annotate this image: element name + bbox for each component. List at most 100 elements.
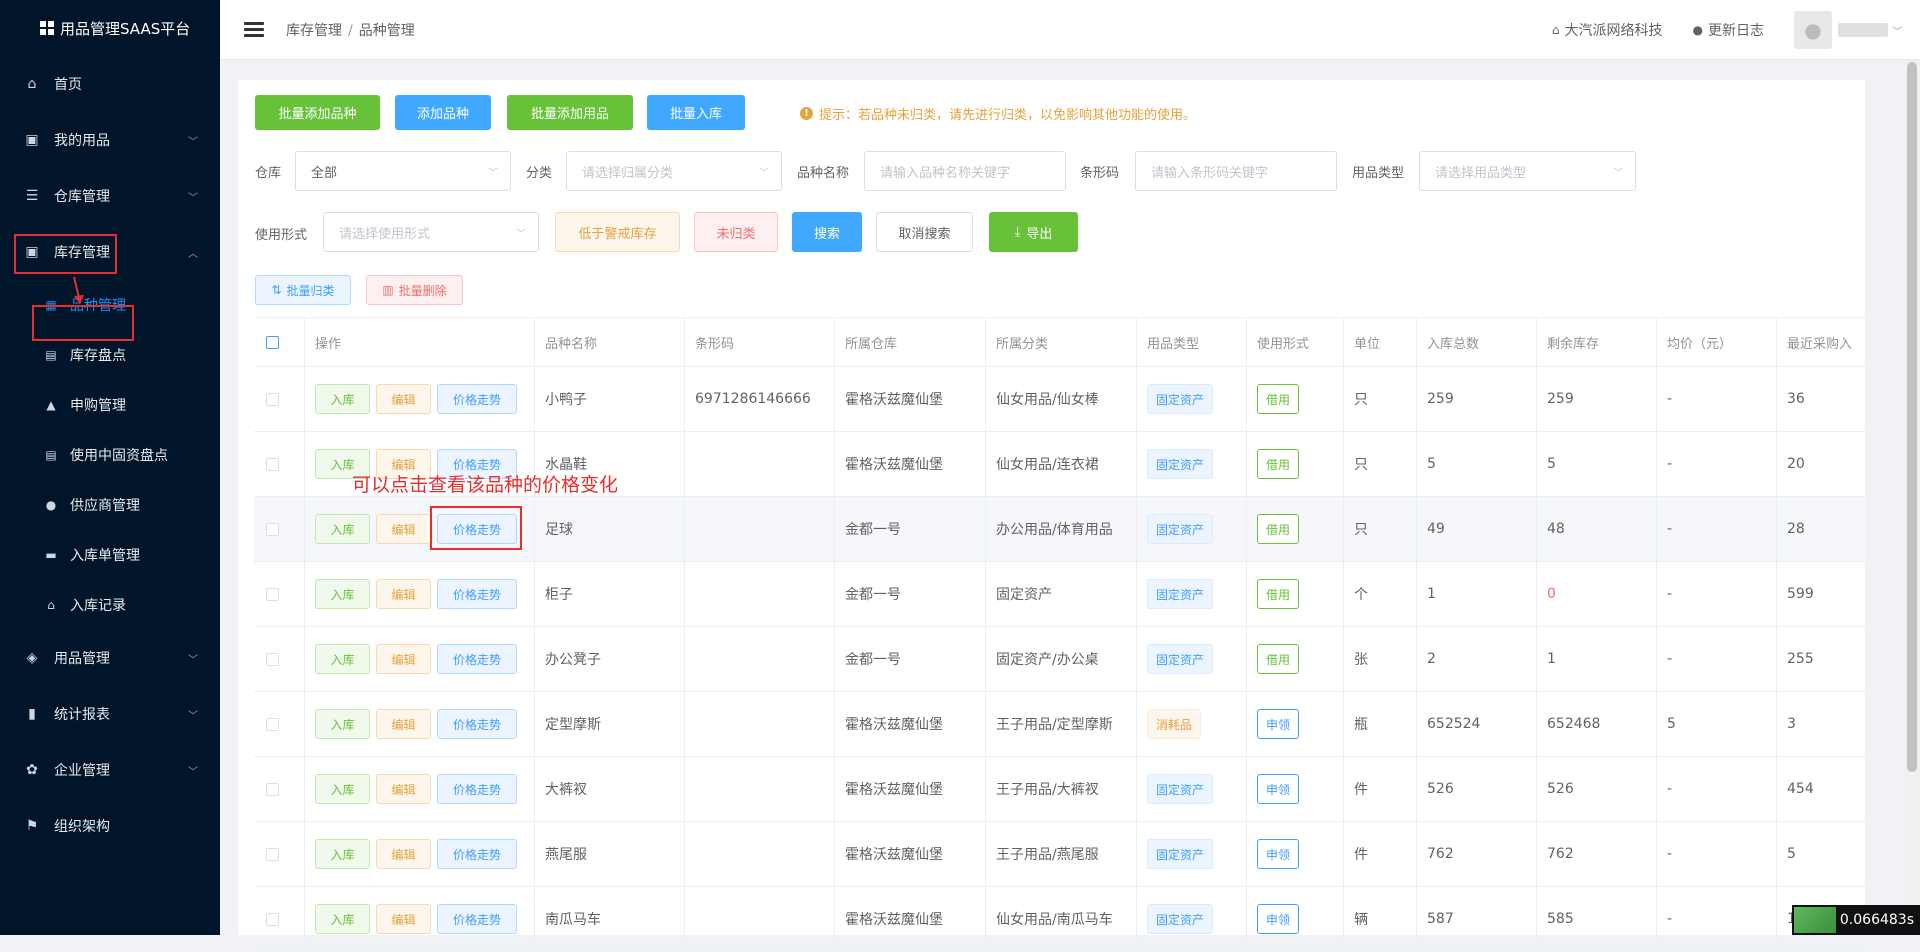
price-trend-button[interactable]: 价格走势 [437, 384, 517, 414]
sidebar-subitem-purchase[interactable]: ▲ 申购管理 [0, 380, 220, 430]
edit-button[interactable]: 编辑 [376, 839, 431, 869]
cell-warehouse: 霍格沃兹魔仙堡 [835, 432, 986, 496]
goods-type-select[interactable]: 请选择用品类型 ﹀ [1419, 151, 1636, 191]
sidebar-subitem-asset-check[interactable]: ▤ 使用中固资盘点 [0, 430, 220, 480]
price-trend-button[interactable]: 价格走势 [437, 644, 517, 674]
cell-warehouse: 霍格沃兹魔仙堡 [835, 887, 986, 951]
cell-unit: 辆 [1344, 887, 1417, 951]
row-checkbox[interactable] [266, 652, 279, 666]
edit-button[interactable]: 编辑 [376, 384, 431, 414]
sidebar-item-home[interactable]: ⌂ 首页 [0, 56, 220, 112]
avatar[interactable]: ● [1794, 11, 1832, 49]
edit-button[interactable]: 编辑 [376, 514, 431, 544]
logo-grid-icon [40, 21, 54, 35]
menu-toggle-icon[interactable] [244, 19, 264, 40]
row-checkbox[interactable] [266, 782, 279, 796]
cell-warehouse: 霍格沃兹魔仙堡 [835, 692, 986, 756]
user-name-blurred[interactable] [1838, 23, 1888, 37]
price-trend-button[interactable]: 价格走势 [437, 709, 517, 739]
stock-in-button[interactable]: 入库 [315, 384, 370, 414]
price-trend-button[interactable]: 价格走势 [437, 904, 517, 934]
highlight-arrow-icon [73, 276, 84, 304]
sidebar-subitem-inbound-record[interactable]: ⌂ 入库记录 [0, 580, 220, 630]
sidebar-subitem-inbound-order[interactable]: ▬ 入库单管理 [0, 530, 220, 580]
stock-in-button[interactable]: 入库 [315, 774, 370, 804]
add-variety-button[interactable]: 添加品种 [395, 95, 491, 130]
chevron-up-icon: ︿ [188, 248, 198, 260]
batch-delete-button[interactable]: ▥ 批量删除 [366, 275, 463, 305]
batch-add-variety-button[interactable]: 批量添加品种 [255, 95, 380, 130]
usage-select[interactable]: 请选择使用形式 ﹀ [323, 212, 539, 252]
stock-in-button[interactable]: 入库 [315, 644, 370, 674]
row-checkbox[interactable] [266, 392, 279, 406]
scrollbar[interactable] [1907, 62, 1917, 772]
row-checkbox[interactable] [266, 717, 279, 731]
search-button[interactable]: 搜索 [792, 212, 862, 252]
stock-in-button[interactable]: 入库 [315, 904, 370, 934]
edit-button[interactable]: 编辑 [376, 579, 431, 609]
table-header: 操作 品种名称 条形码 所属仓库 所属分类 用品类型 使用形式 单位 入库总数 … [254, 317, 1866, 367]
cell-total: 49 [1417, 497, 1537, 561]
batch-add-goods-button[interactable]: 批量添加用品 [507, 95, 633, 130]
cell-avg: - [1657, 367, 1777, 431]
sidebar-item-org[interactable]: ⚑ 组织架构 [0, 798, 220, 854]
row-checkbox[interactable] [266, 522, 279, 536]
row-checkbox[interactable] [266, 912, 279, 926]
below-warning-button[interactable]: 低于警戒库存 [555, 212, 680, 252]
row-checkbox[interactable] [266, 587, 279, 601]
cell-remain: 762 [1537, 822, 1657, 886]
select-all-checkbox[interactable] [266, 335, 279, 349]
sidebar-item-warehouse[interactable]: ☰ 仓库管理 ﹀ [0, 168, 220, 224]
price-trend-button[interactable]: 价格走势 [437, 774, 517, 804]
stock-in-button[interactable]: 入库 [315, 839, 370, 869]
sidebar-item-enterprise[interactable]: ✿ 企业管理 ﹀ [0, 742, 220, 798]
highlight-variety-box [32, 305, 134, 341]
row-checkbox[interactable] [266, 847, 279, 861]
brand: 用品管理SAAS平台 [0, 0, 220, 56]
edit-button[interactable]: 编辑 [376, 644, 431, 674]
export-button[interactable]: ⤓ 导出 [989, 212, 1078, 252]
warehouse-select[interactable]: 全部 ﹀ [295, 151, 511, 191]
stock-in-button[interactable]: 入库 [315, 514, 370, 544]
cell-unit: 只 [1344, 432, 1417, 496]
batch-classify-button[interactable]: ⇅ 批量归类 [255, 275, 351, 305]
stock-in-button[interactable]: 入库 [315, 709, 370, 739]
app-title: 用品管理SAAS平台 [60, 19, 191, 38]
cell-avg: - [1657, 822, 1777, 886]
edit-button[interactable]: 编辑 [376, 904, 431, 934]
trash-icon: ▥ [382, 283, 394, 297]
unclassified-button[interactable]: 未归类 [694, 212, 778, 252]
breadcrumb-item-inventory[interactable]: 库存管理 [286, 23, 342, 39]
chevron-down-icon[interactable]: ﹀ [1892, 23, 1902, 38]
type-tag: 固定资产 [1147, 904, 1214, 934]
category-label: 分类 [526, 166, 553, 181]
cancel-search-button[interactable]: 取消搜索 [876, 212, 973, 252]
price-trend-button[interactable]: 价格走势 [437, 579, 517, 609]
usage-tag: 借用 [1257, 644, 1300, 674]
name-input[interactable]: 请输入品种名称关键字 [864, 151, 1066, 191]
sidebar-subitem-supplier[interactable]: ● 供应商管理 [0, 480, 220, 530]
changelog-link[interactable]: ● 更新日志 [1693, 20, 1764, 40]
batch-stock-in-button[interactable]: 批量入库 [647, 95, 745, 130]
sidebar-item-reports[interactable]: ▮ 统计报表 ﹀ [0, 686, 220, 742]
cell-remain: 48 [1537, 497, 1657, 561]
category-select[interactable]: 请选择归属分类 ﹀ [566, 151, 782, 191]
annotation-text: 可以点击查看该品种的价格变化 [352, 474, 619, 496]
bag-icon: ▣ [25, 132, 39, 148]
edit-button[interactable]: 编辑 [376, 774, 431, 804]
cell-category: 办公用品/体育用品 [986, 497, 1137, 561]
document-icon: ▤ [45, 348, 57, 362]
header-type: 用品类型 [1137, 318, 1247, 366]
company-link[interactable]: ⌂ 大汽派网络科技 [1552, 20, 1663, 40]
row-select-cell [254, 432, 305, 496]
price-trend-button[interactable]: 价格走势 [437, 839, 517, 869]
row-select-cell [254, 822, 305, 886]
sidebar-item-my-goods[interactable]: ▣ 我的用品 ﹀ [0, 112, 220, 168]
cell-remain: 1 [1537, 627, 1657, 691]
sidebar-item-goods[interactable]: ◈ 用品管理 ﹀ [0, 630, 220, 686]
barcode-input[interactable]: 请输入条形码关键字 [1135, 151, 1337, 191]
edit-button[interactable]: 编辑 [376, 709, 431, 739]
row-checkbox[interactable] [266, 457, 279, 471]
stock-in-button[interactable]: 入库 [315, 579, 370, 609]
cell-name: 燕尾服 [535, 822, 685, 886]
